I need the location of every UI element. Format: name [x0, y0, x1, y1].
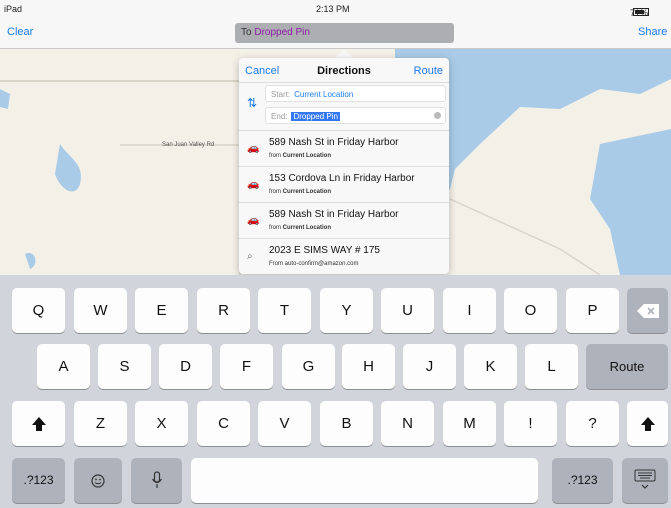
key-o[interactable]: O: [504, 288, 557, 333]
result-subtitle: from Current Location: [269, 189, 332, 195]
swap-icon[interactable]: ⇅: [247, 96, 257, 110]
emoji-icon: [91, 474, 105, 488]
water-right: [590, 129, 671, 275]
key-n[interactable]: N: [381, 401, 434, 446]
keyboard: Q W E R T Y U I O P A S D F G H J K L Ro…: [0, 275, 671, 508]
key-w[interactable]: W: [74, 288, 127, 333]
search-icon: ⌕: [247, 251, 253, 262]
key-y[interactable]: Y: [320, 288, 373, 333]
key-question[interactable]: ?: [566, 401, 619, 446]
result-title: 153 Cordova Ln in Friday Harbor: [269, 173, 415, 184]
route-key[interactable]: Route: [586, 344, 668, 389]
key-s[interactable]: S: [98, 344, 151, 389]
end-value: Dropped Pin: [291, 112, 340, 121]
shift-icon: [641, 417, 655, 431]
key-x[interactable]: X: [135, 401, 188, 446]
key-d[interactable]: D: [159, 344, 212, 389]
route-prefix: To: [241, 27, 252, 38]
device-label: iPad: [4, 4, 23, 14]
cancel-button[interactable]: Cancel: [245, 65, 279, 77]
shift-icon: [32, 417, 46, 431]
result-item[interactable]: 🚗 153 Cordova Ln in Friday Harbor from C…: [239, 166, 449, 202]
key-i[interactable]: I: [443, 288, 496, 333]
space-bar[interactable]: [191, 458, 538, 503]
result-subtitle: from Current Location: [269, 153, 332, 159]
key-exclamation[interactable]: !: [504, 401, 557, 446]
end-field[interactable]: End: Dropped Pin: [265, 107, 446, 124]
key-m[interactable]: M: [443, 401, 496, 446]
start-label: Start:: [271, 90, 291, 99]
backspace-icon: [637, 304, 659, 318]
route-button[interactable]: Route: [414, 65, 443, 77]
result-item[interactable]: 🚗 589 Nash St in Friday Harbor from Curr…: [239, 130, 449, 166]
key-e[interactable]: E: [135, 288, 188, 333]
car-icon: 🚗: [247, 179, 260, 190]
status-time: 2:13 PM: [316, 4, 350, 14]
car-icon: 🚗: [247, 215, 260, 226]
status-bar: iPad 2:13 PM 71%: [0, 0, 671, 18]
key-l[interactable]: L: [525, 344, 578, 389]
road-east: [449, 198, 601, 275]
popover-header: Directions Cancel Route: [239, 58, 449, 83]
start-value: Current Location: [294, 90, 354, 99]
key-a[interactable]: A: [37, 344, 90, 389]
key-c[interactable]: C: [197, 401, 250, 446]
nav-bar: Clear To Dropped Pin Share: [0, 18, 671, 49]
key-question-label: ?: [588, 415, 597, 432]
key-g[interactable]: G: [282, 344, 335, 389]
shift-key-left[interactable]: [12, 401, 65, 446]
share-button[interactable]: Share: [638, 26, 667, 38]
key-t[interactable]: T: [258, 288, 311, 333]
dismiss-keyboard-key[interactable]: [622, 458, 668, 503]
key-u[interactable]: U: [381, 288, 434, 333]
key-h[interactable]: H: [342, 344, 395, 389]
key-j[interactable]: J: [403, 344, 456, 389]
result-subtitle: from Current Location: [269, 225, 332, 231]
route-field[interactable]: To Dropped Pin: [235, 23, 454, 43]
emoji-key[interactable]: [74, 458, 122, 503]
numbers-key-right[interactable]: .?123: [552, 458, 613, 503]
directions-popover: Directions Cancel Route ⇅ Start: Current …: [239, 58, 449, 274]
car-icon: 🚗: [247, 143, 260, 154]
dictation-key[interactable]: [131, 458, 182, 503]
key-r[interactable]: R: [197, 288, 250, 333]
key-q[interactable]: Q: [12, 288, 65, 333]
numbers-key-left[interactable]: .?123: [12, 458, 65, 503]
result-item[interactable]: 🚗 589 Nash St in Friday Harbor from Curr…: [239, 202, 449, 238]
key-k[interactable]: K: [464, 344, 517, 389]
key-f[interactable]: F: [220, 344, 273, 389]
pond: [25, 252, 36, 269]
key-exclamation-label: !: [528, 415, 533, 432]
route-destination: Dropped Pin: [254, 27, 310, 38]
result-title: 589 Nash St in Friday Harbor: [269, 137, 399, 148]
water-left: [0, 89, 10, 109]
battery-icon: [633, 8, 649, 16]
key-p[interactable]: P: [566, 288, 619, 333]
shift-key-right[interactable]: [627, 401, 668, 446]
key-v[interactable]: V: [258, 401, 311, 446]
clear-icon[interactable]: [434, 112, 441, 119]
key-z[interactable]: Z: [74, 401, 127, 446]
lake: [55, 144, 81, 192]
delete-key[interactable]: [627, 288, 668, 333]
keyboard-dismiss-icon: [634, 469, 656, 489]
clear-button[interactable]: Clear: [7, 26, 33, 38]
result-item[interactable]: ⌕ 2023 E SIMS WAY # 175 From auto-confir…: [239, 238, 449, 274]
result-title: 2023 E SIMS WAY # 175: [269, 245, 380, 256]
start-field[interactable]: Start: Current Location: [265, 85, 446, 102]
microphone-icon: [151, 471, 163, 488]
key-b[interactable]: B: [320, 401, 373, 446]
result-subtitle: From auto-confirm@amazon.com: [269, 261, 359, 267]
end-label: End:: [271, 112, 288, 121]
result-title: 589 Nash St in Friday Harbor: [269, 209, 399, 220]
road-label: San Juan Valley Rd: [162, 142, 215, 148]
